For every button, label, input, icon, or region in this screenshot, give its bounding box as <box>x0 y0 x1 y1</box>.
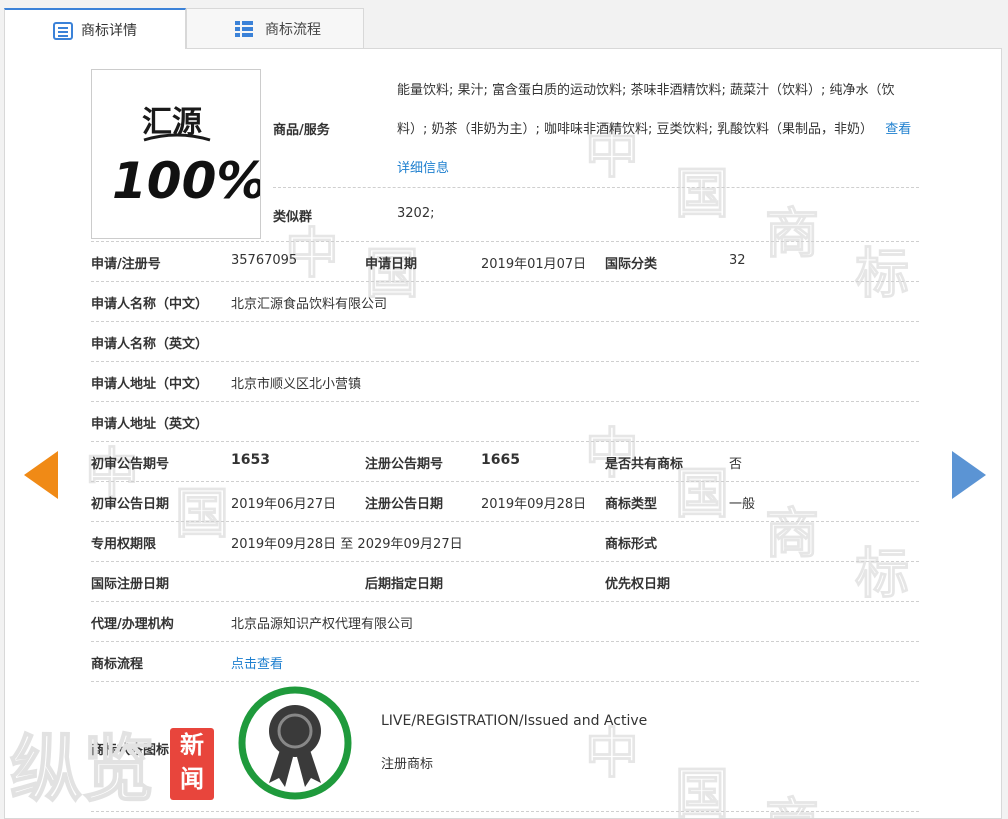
applicant-cn-value: 北京汇源食品饮料有限公司 <box>231 297 388 312</box>
agent-label: 代理/办理机构 <box>91 617 174 632</box>
address-cn-value: 北京市顺义区北小营镇 <box>231 377 362 392</box>
trademark-logo: 汇源 100% <box>112 105 260 210</box>
divider <box>91 521 919 522</box>
watermark-char: 标 <box>855 542 910 606</box>
term-value: 2019年09月28日 至 2029年09月27日 <box>231 537 463 552</box>
view-flow-link[interactable]: 点击查看 <box>231 653 283 672</box>
reg-pub-no-label: 注册公告期号 <box>365 457 444 472</box>
tm-type-label: 商标类型 <box>605 497 658 512</box>
tab-bar: 商标详情 商标流程 <box>4 8 364 49</box>
applicant-cn-label: 申请人名称（中文） <box>91 297 209 312</box>
divider <box>91 281 919 282</box>
agent-value: 北京品源知识产权代理有限公司 <box>231 617 414 632</box>
divider <box>91 681 919 682</box>
news-badge: 新闻 <box>170 728 214 800</box>
watermark-char: 商 <box>765 202 820 266</box>
prelim-date-value: 2019年06月27日 <box>231 497 337 512</box>
details-panel: 中 国 中 国 商 标 中 国 中 国 商 标 中 国 商 汇源 100% 商品… <box>4 48 1002 819</box>
similar-group-value: 3202; <box>397 206 435 221</box>
logo-number-text: 100% <box>112 152 260 210</box>
reg-pub-date-value: 2019年09月28日 <box>481 497 587 512</box>
term-label: 专用权期限 <box>91 537 157 552</box>
tm-type-value: 一般 <box>729 497 756 512</box>
divider <box>91 361 919 362</box>
next-arrow-icon[interactable] <box>952 451 986 499</box>
intl-class-label: 国际分类 <box>605 257 658 272</box>
tab-label: 商标流程 <box>265 21 321 38</box>
watermark-char: 中 <box>585 422 640 486</box>
shared-label: 是否共有商标 <box>605 457 684 472</box>
prev-arrow-icon[interactable] <box>24 451 58 499</box>
goods-text: 能量饮料; 果汁; 富含蛋白质的运动饮料; 茶味非酒精饮料; 蔬菜汁（饮料）; … <box>397 83 895 137</box>
trademark-logo-image: 汇源 100% <box>91 69 261 239</box>
divider <box>91 601 919 602</box>
intl-reg-date-label: 国际注册日期 <box>91 577 170 592</box>
app-date-label: 申请日期 <box>365 257 418 272</box>
priority-date-label: 优先权日期 <box>605 577 671 592</box>
shared-value: 否 <box>729 457 743 472</box>
watermark-char: 国 <box>675 462 730 526</box>
divider <box>91 561 919 562</box>
status-en: LIVE/REGISTRATION/Issued and Active <box>381 713 648 729</box>
tm-form-label: 商标形式 <box>605 537 658 552</box>
divider <box>91 401 919 402</box>
reg-pub-date-label: 注册公告日期 <box>365 497 444 512</box>
address-cn-label: 申请人地址（中文） <box>91 377 209 392</box>
flow-label: 商标流程 <box>91 657 144 672</box>
address-en-label: 申请人地址（英文） <box>91 417 209 432</box>
goods-label: 商品/服务 <box>273 123 330 138</box>
watermark-char: 商 <box>765 502 820 566</box>
divider <box>91 441 919 442</box>
app-date-value: 2019年01月07日 <box>481 257 587 272</box>
tab-trademark-details[interactable]: 商标详情 <box>4 8 186 49</box>
divider <box>91 641 919 642</box>
tab-trademark-flow[interactable]: 商标流程 <box>186 8 364 48</box>
reg-no-value: 35767095 <box>231 253 298 268</box>
watermark-char: 商 <box>765 779 820 819</box>
reg-pub-no-value: 1665 <box>481 452 520 468</box>
prelim-date-label: 初审公告日期 <box>91 497 170 512</box>
divider <box>273 187 919 188</box>
corner-watermark: 纵览 <box>9 726 155 812</box>
registered-status-icon <box>237 685 353 801</box>
later-date-label: 后期指定日期 <box>365 577 444 592</box>
prelim-no-label: 初审公告期号 <box>91 457 170 472</box>
intl-class-value: 32 <box>729 253 746 268</box>
watermark-char: 国 <box>675 762 730 819</box>
divider <box>91 321 919 322</box>
flow-icon <box>235 21 253 41</box>
applicant-en-label: 申请人名称（英文） <box>91 337 209 352</box>
divider <box>91 481 919 482</box>
divider <box>91 241 919 242</box>
list-icon <box>53 22 73 44</box>
tab-label: 商标详情 <box>81 22 137 39</box>
reg-no-label: 申请/注册号 <box>91 257 161 272</box>
goods-list: 能量饮料; 果汁; 富含蛋白质的运动饮料; 茶味非酒精饮料; 蔬菜汁（饮料）; … <box>397 71 917 188</box>
similar-group-label: 类似群 <box>273 210 313 225</box>
status-cn: 注册商标 <box>381 757 434 772</box>
divider <box>91 811 919 812</box>
prelim-no-value: 1653 <box>231 452 270 468</box>
